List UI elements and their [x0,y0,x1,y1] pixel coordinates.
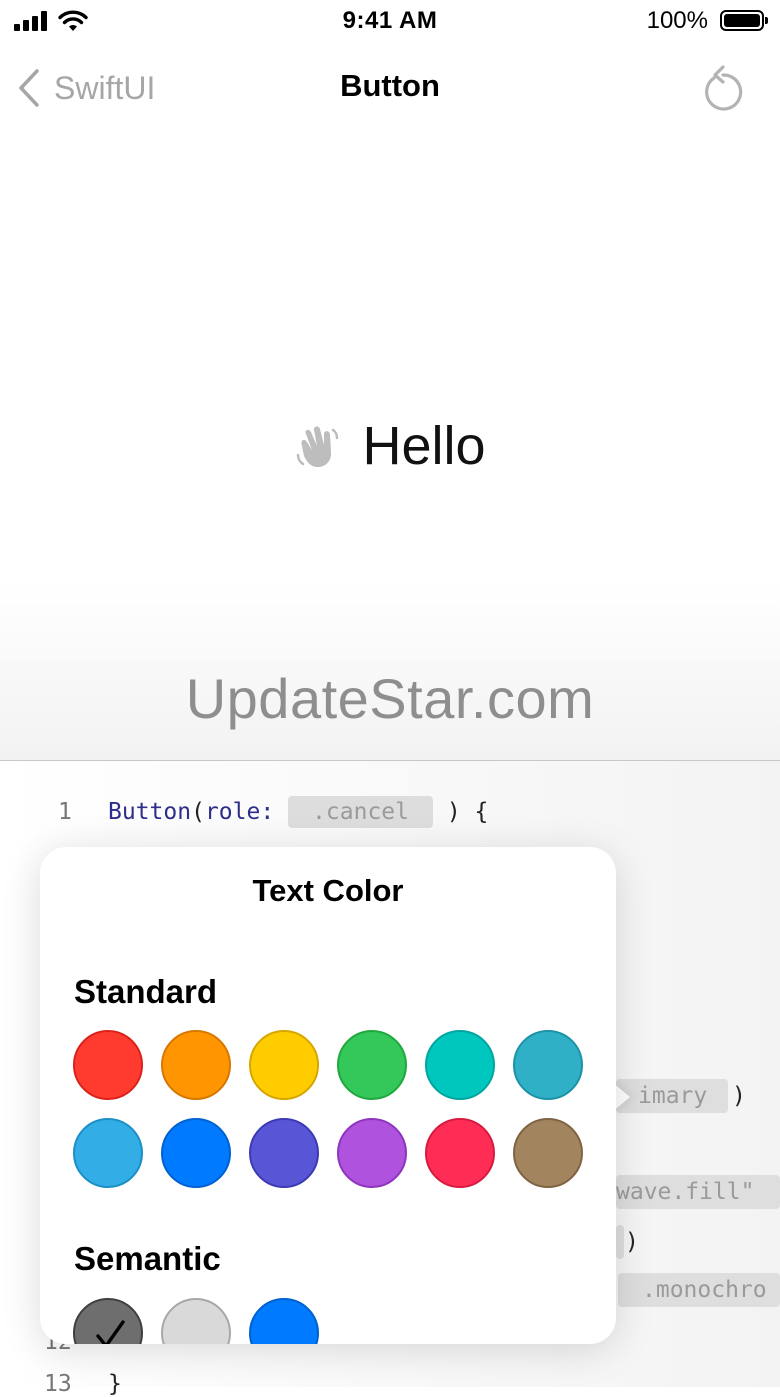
color-swatch-yellow[interactable] [249,1030,319,1100]
status-bar: 9:41 AM 100% [0,0,780,44]
code-fragment: ) [732,1083,746,1109]
color-swatch-blue[interactable] [161,1118,231,1188]
color-swatch-secondary[interactable] [161,1298,231,1344]
color-swatch-teal[interactable] [513,1030,583,1100]
color-swatch-pink[interactable] [425,1118,495,1188]
text-color-popover: Text Color Standard Semantic [40,847,616,1344]
preview-canvas: Hello UpdateStar.com [0,126,780,760]
code-fragment: .monochro [642,1277,767,1303]
line-number: 13 [44,1371,72,1397]
code-call: Button [108,799,192,825]
reset-icon[interactable] [700,64,746,112]
battery-percentage: 100% [646,7,708,34]
color-swatch-brown[interactable] [513,1118,583,1188]
navigation-bar: SwiftUI Button [0,50,780,126]
code-fragment: ) [625,1229,639,1255]
color-swatch-accent[interactable] [249,1298,319,1344]
color-swatch-purple[interactable] [337,1118,407,1188]
code-fragment: wave.fill" [616,1179,755,1205]
code-line-13: } [108,1371,122,1397]
standard-section-label: Standard [74,973,218,1010]
preview-button-label: Hello [362,416,486,476]
battery-icon [720,10,768,31]
color-swatch-mint[interactable] [425,1030,495,1100]
preview-button[interactable]: Hello [0,415,780,477]
code-fragment: imary [638,1083,708,1109]
semantic-section-label: Semantic [74,1240,221,1277]
color-swatch-orange[interactable] [161,1030,231,1100]
color-swatch-red[interactable] [73,1030,143,1100]
code-line-1: Button(role: .cancel ) { [108,796,488,828]
token-pill[interactable] [616,1225,624,1259]
color-swatch-primary[interactable] [73,1298,143,1344]
code-argument: role: [204,799,275,825]
line-number: 1 [58,799,72,825]
hand-wave-icon [297,426,339,468]
code-tail: ) { [446,799,489,825]
popover-title: Text Color [252,873,404,908]
role-token[interactable]: .cancel [288,796,433,828]
watermark-text: UpdateStar.com [185,667,595,730]
page-title: Button [340,68,440,103]
color-swatch-indigo[interactable] [249,1118,319,1188]
color-swatch-cyan[interactable] [73,1118,143,1188]
checkmark-icon [96,1320,125,1344]
color-swatch-green[interactable] [337,1030,407,1100]
